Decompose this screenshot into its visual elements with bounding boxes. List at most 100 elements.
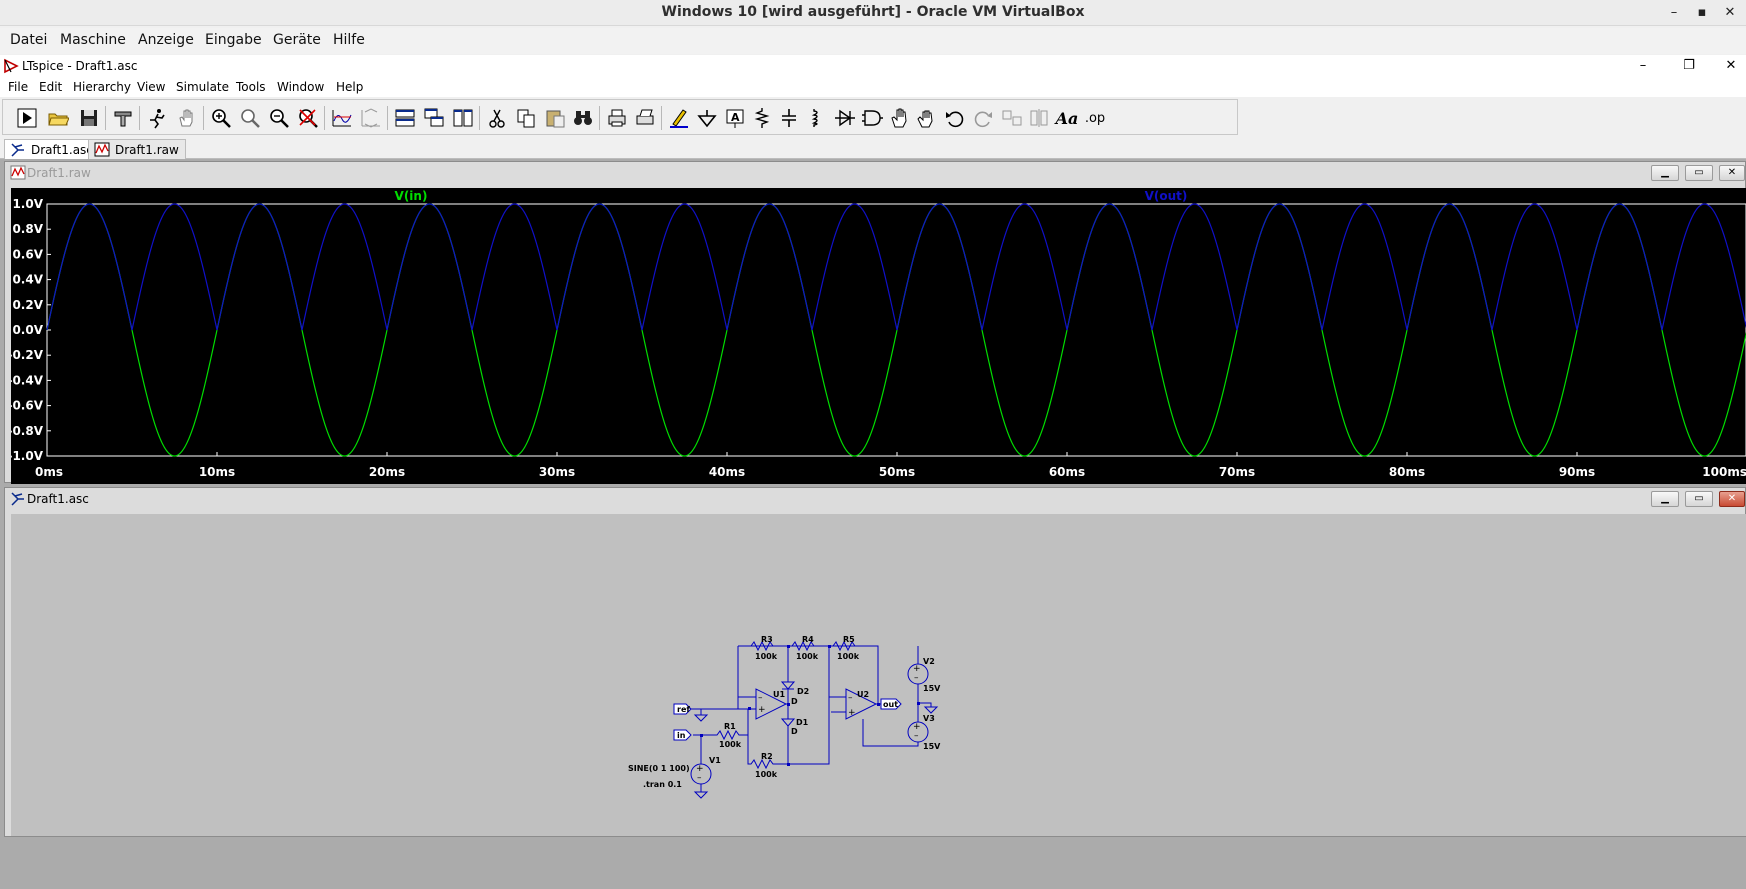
vbox-menu-maschine[interactable]: Maschine [60,32,126,48]
undo-icon[interactable] [943,106,967,130]
tab-draft1-asc[interactable]: Draft1.asc [4,139,100,159]
cascade-icon[interactable] [422,106,446,130]
vbox-menu-eingabe[interactable]: Eingabe [205,32,262,48]
cut-icon[interactable] [485,106,509,130]
text-icon[interactable]: Aa [1055,106,1079,130]
ltspice-close-button[interactable]: ✕ [1716,56,1746,76]
schematic-canvas[interactable]: ref in out R3 100k R4 100k R5 100k D2 D … [11,514,1746,836]
tile-horizontal-icon[interactable] [393,106,417,130]
menu-view[interactable]: View [137,80,165,94]
tran-directive[interactable]: .tran 0.1 [643,780,682,789]
toolbar: A Aa .op [2,99,1238,135]
vbox-minimize-button[interactable]: – [1662,3,1686,23]
vbox-menu-datei[interactable]: Datei [10,32,47,48]
r3-value[interactable]: 100k [755,652,778,661]
vertical-autorange-icon[interactable] [359,106,383,130]
d2-label[interactable]: D2 [797,687,809,696]
mirror-icon[interactable] [1027,106,1051,130]
spice-directive-icon[interactable]: .op [1083,106,1107,130]
print-icon[interactable] [605,106,629,130]
r2-label[interactable]: R2 [761,752,773,761]
x-tick-label: 80ms [1389,465,1425,479]
vbox-menu-geraete[interactable]: Geräte [273,32,321,48]
sine-source-value[interactable]: SINE(0 1 100) [628,764,690,773]
open-icon[interactable] [46,106,70,130]
label-net-icon[interactable]: A [723,106,747,130]
resistor-icon[interactable] [750,106,774,130]
ground-icon[interactable] [695,106,719,130]
d2-value[interactable]: D [791,697,798,706]
waveform-maximize-button[interactable]: ▭ [1685,165,1713,181]
schematic-drawing[interactable]: ref in out R3 100k R4 100k R5 100k D2 D … [11,514,1746,836]
ltspice-minimize-button[interactable]: – [1628,56,1658,76]
waveform-minimize-button[interactable]: ▁ [1651,165,1679,181]
autorange-icon[interactable] [330,106,354,130]
waveform-close-button[interactable]: ✕ [1719,165,1745,181]
r4-label[interactable]: R4 [802,635,814,644]
vbox-close-button[interactable]: ✕ [1718,3,1742,23]
u2-label[interactable]: U2 [857,690,869,699]
schematic-close-button[interactable]: ✕ [1719,491,1745,507]
zoom-in-icon[interactable] [209,106,233,130]
v3-value[interactable]: 15V [923,742,941,751]
legend-vout[interactable]: V(out) [1145,189,1188,203]
tab-draft1-raw[interactable]: Draft1.raw [88,139,186,159]
vbox-maximize-button[interactable]: ▪ [1690,3,1714,23]
menu-edit[interactable]: Edit [39,80,62,94]
waveform-plot[interactable]: 1.0V 0.8V 0.6V 0.4V 0.2V 0.0V -0.2V -0.4V -0.6V -… [7,188,1746,484]
component-icon[interactable] [860,106,884,130]
r5-label[interactable]: R5 [843,635,855,644]
redo-icon[interactable] [971,106,995,130]
net-label-in[interactable]: in [677,731,686,740]
diode-icon[interactable] [833,106,857,130]
d1-label[interactable]: D1 [796,718,809,727]
schematic-minimize-button[interactable]: ▁ [1651,491,1679,507]
waveform-plot-area[interactable]: 1.0V 0.8V 0.6V 0.4V 0.2V 0.0V -0.2V -0.4V -0.6V -… [7,188,1746,484]
waveform-window-titlebar: Draft1.raw ▁ ▭ ✕ [5,162,1745,184]
menu-window[interactable]: Window [277,80,324,94]
rotate-icon[interactable] [999,106,1023,130]
menu-file[interactable]: File [8,80,28,94]
move-icon[interactable] [888,106,912,130]
probe-run-icon[interactable] [145,106,169,130]
net-label-ref[interactable]: ref [677,705,690,714]
u1-label[interactable]: U1 [773,690,785,699]
vbox-menu-hilfe[interactable]: Hilfe [333,32,365,48]
menu-hierarchy[interactable]: Hierarchy [73,80,131,94]
r5-value[interactable]: 100k [837,652,860,661]
v3-label[interactable]: V3 [923,714,935,723]
paste-icon[interactable] [543,106,567,130]
find-icon[interactable] [571,106,595,130]
schematic-maximize-button[interactable]: ▭ [1685,491,1713,507]
save-icon[interactable] [77,106,101,130]
menu-help[interactable]: Help [336,80,363,94]
d1-value[interactable]: D [791,727,798,736]
r3-label[interactable]: R3 [761,635,773,644]
v2-value[interactable]: 15V [923,684,941,693]
legend-vin[interactable]: V(in) [395,189,428,203]
r1-label[interactable]: R1 [724,722,736,731]
inductor-icon[interactable] [804,106,828,130]
capacitor-icon[interactable] [777,106,801,130]
zoom-area-icon[interactable] [238,106,262,130]
tile-vertical-icon[interactable] [451,106,475,130]
zoom-cancel-icon[interactable] [296,106,320,130]
drag-icon[interactable] [915,106,939,130]
pan-hand-icon[interactable] [175,106,199,130]
menu-simulate[interactable]: Simulate [176,80,229,94]
v1-label[interactable]: V1 [709,756,721,765]
v2-label[interactable]: V2 [923,657,935,666]
r2-value[interactable]: 100k [755,770,778,779]
r1-value[interactable]: 100k [719,740,742,749]
draw-wire-icon[interactable] [667,106,691,130]
copy-icon[interactable] [514,106,538,130]
vbox-menu-anzeige[interactable]: Anzeige [138,32,194,48]
print-setup-icon[interactable] [633,106,657,130]
menu-tools[interactable]: Tools [236,80,266,94]
run-icon[interactable] [15,106,39,130]
control-panel-icon[interactable] [111,106,135,130]
net-label-out[interactable]: out [883,700,898,709]
r4-value[interactable]: 100k [796,652,819,661]
ltspice-restore-button[interactable]: ❐ [1674,56,1704,76]
zoom-out-icon[interactable] [267,106,291,130]
